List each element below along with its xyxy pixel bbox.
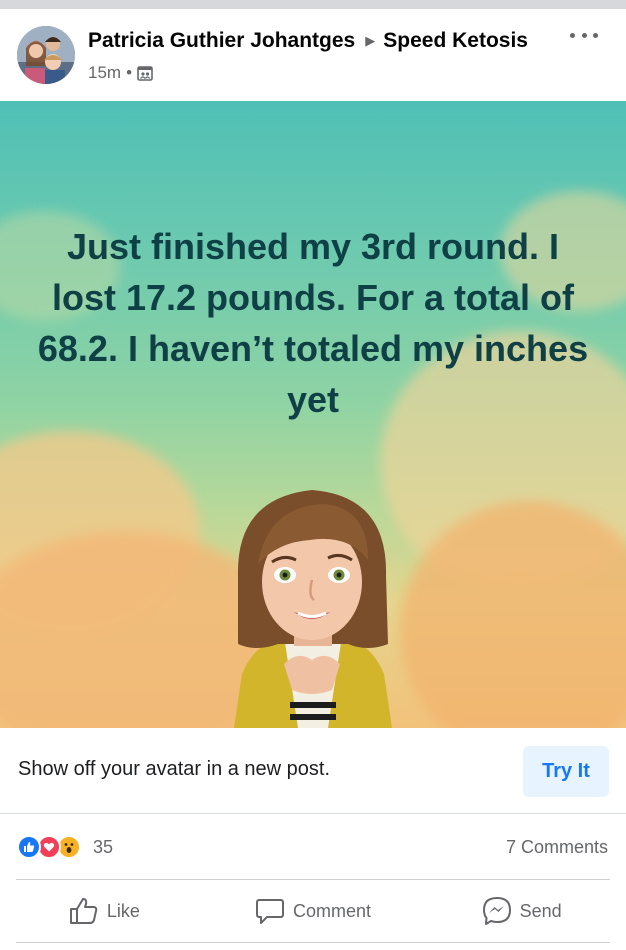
like-label: Like bbox=[106, 900, 140, 921]
post-meta: 15m • bbox=[88, 63, 153, 83]
post-actions: Like Comment Send bbox=[0, 880, 626, 942]
post-time[interactable]: 15m bbox=[88, 63, 121, 83]
reaction-count[interactable]: 35 bbox=[93, 837, 113, 858]
comment-icon bbox=[255, 899, 284, 924]
like-reaction-icon bbox=[17, 835, 41, 859]
comment-label: Comment bbox=[292, 900, 372, 921]
bottom-divider bbox=[16, 942, 610, 943]
comments-count[interactable]: 7 Comments bbox=[506, 837, 608, 858]
group-name[interactable]: Speed Ketosis bbox=[383, 29, 528, 52]
post-header: Patricia Guthier Johantges ▶ Speed Ketosis… bbox=[0, 9, 626, 101]
avatar-photo-icon bbox=[17, 26, 75, 84]
avatar-cta-bar: Show off your avatar in a new post. Try … bbox=[0, 728, 626, 814]
post-image[interactable]: Just finished my 3rd round. I lost 17.2 … bbox=[0, 101, 626, 728]
meta-separator: • bbox=[126, 63, 133, 82]
send-button[interactable]: Send bbox=[417, 880, 626, 942]
cta-text: Show off your avatar in a new post. bbox=[18, 758, 331, 780]
author-avatar[interactable] bbox=[17, 26, 75, 84]
post-body-text: Just finished my 3rd round. I lost 17.2 … bbox=[37, 226, 589, 420]
more-options-icon[interactable] bbox=[570, 27, 598, 43]
like-button[interactable]: Like bbox=[0, 880, 209, 942]
avatar-character-icon bbox=[234, 490, 392, 728]
author-line: Patricia Guthier Johantges ▶ Speed Ketosis bbox=[88, 29, 528, 53]
send-label: Send bbox=[519, 900, 562, 921]
reactions-row: 35 7 Comments bbox=[0, 815, 626, 879]
reaction-icons[interactable] bbox=[17, 835, 81, 859]
top-strip bbox=[0, 0, 626, 9]
author-name[interactable]: Patricia Guthier Johantges bbox=[88, 29, 355, 52]
comment-button[interactable]: Comment bbox=[209, 880, 418, 942]
messenger-send-icon bbox=[482, 897, 511, 925]
arrow-right-icon: ▶ bbox=[365, 33, 376, 48]
like-icon bbox=[69, 898, 98, 924]
group-privacy-icon bbox=[137, 66, 153, 81]
try-it-button[interactable]: Try It bbox=[523, 746, 609, 797]
